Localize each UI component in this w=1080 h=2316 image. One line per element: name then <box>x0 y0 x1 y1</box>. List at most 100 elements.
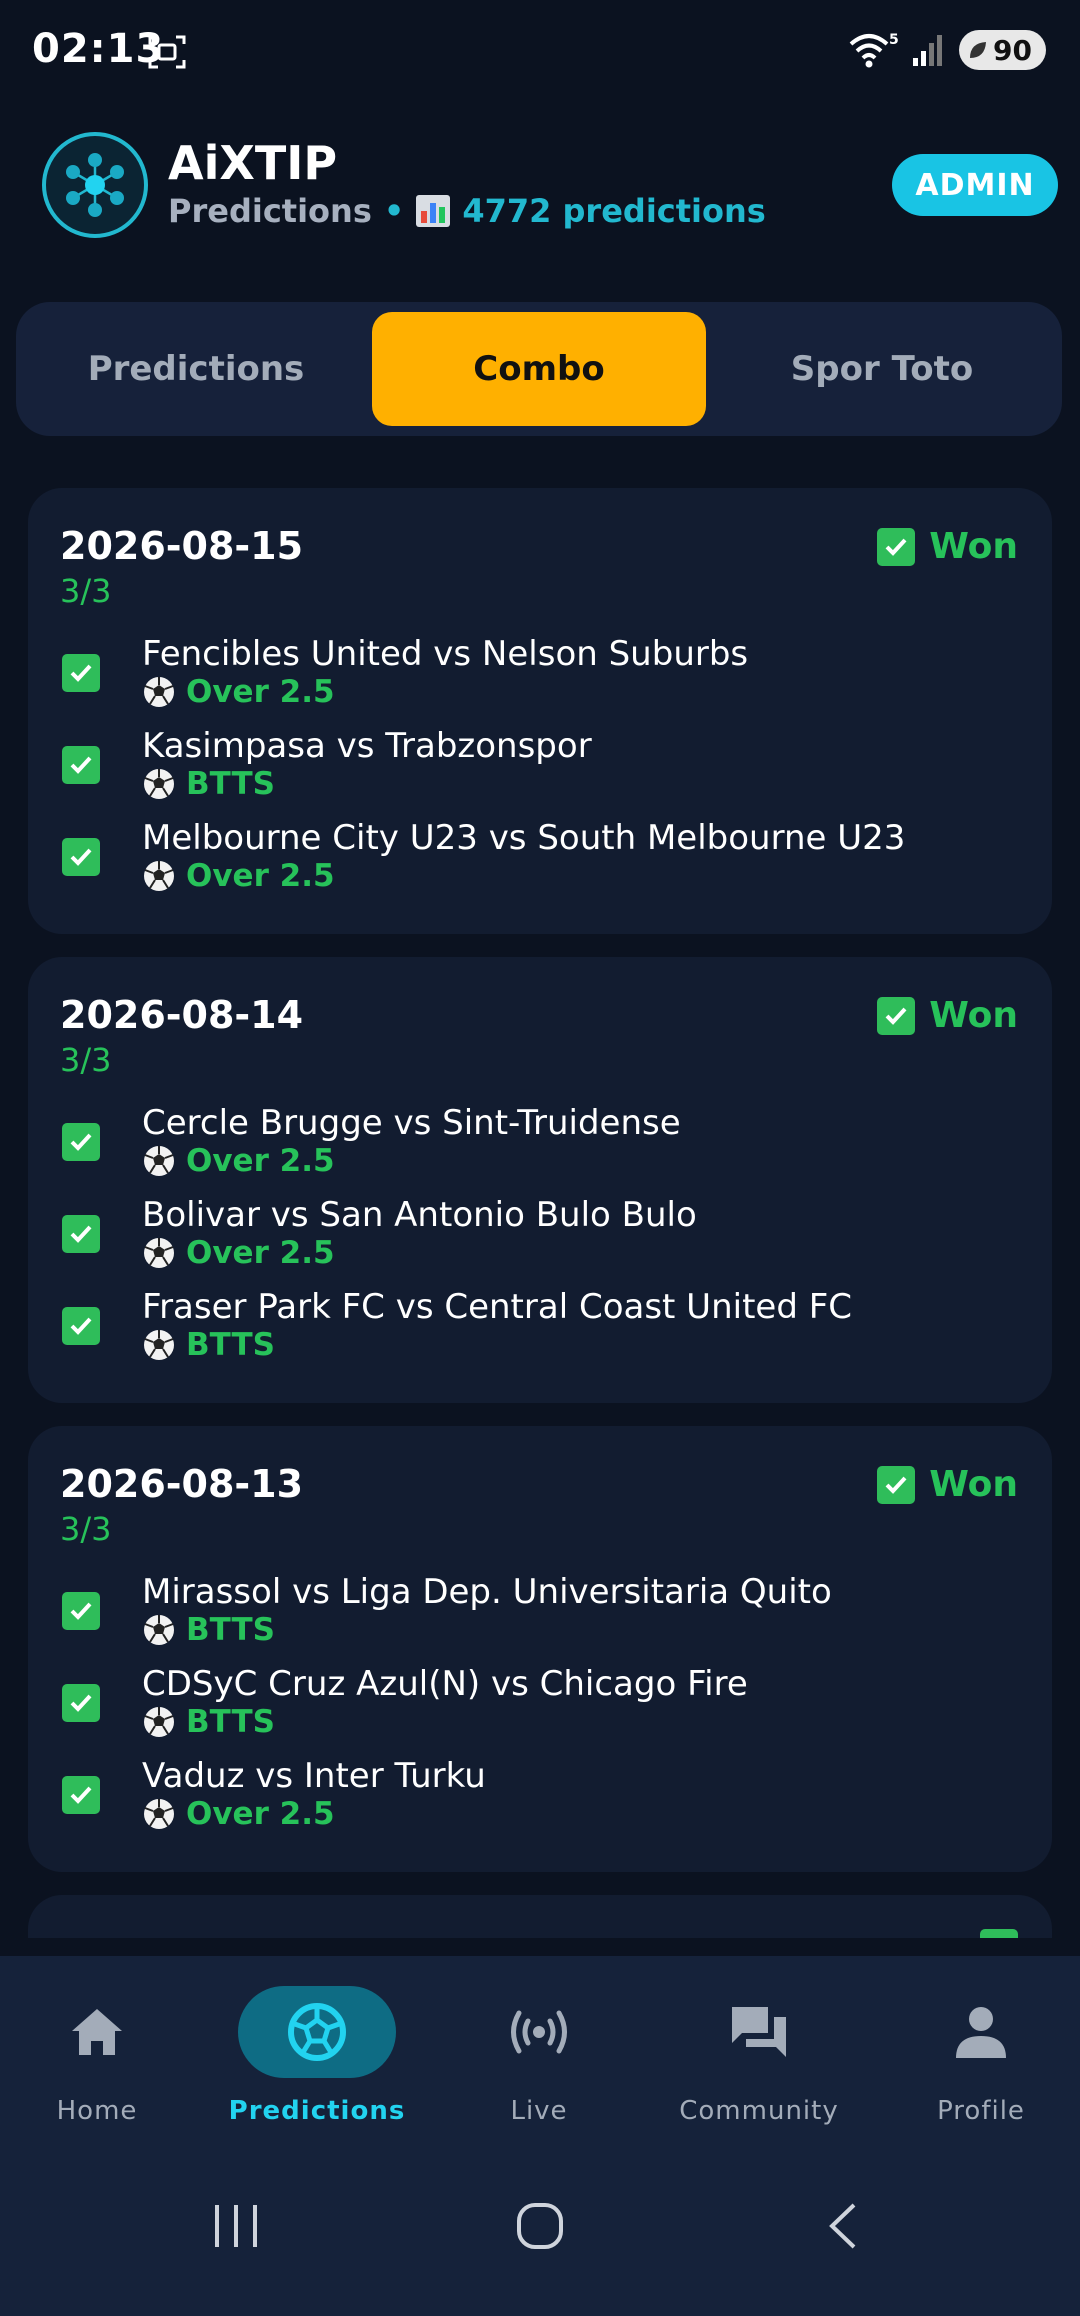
soccer-ball-icon <box>144 1707 174 1737</box>
combo-list[interactable]: 2026-08-15 3/3 Won Fencibles United vs N… <box>0 488 1080 1938</box>
combo-card[interactable]: 2026-08-15 3/3 Won Fencibles United vs N… <box>28 488 1052 934</box>
app-header: AiXTIP Predictions • 4772 predictions AD… <box>0 130 1080 240</box>
subtitle-label: Predictions <box>168 192 372 230</box>
check-icon <box>62 746 100 784</box>
nav-profile[interactable]: Profile <box>876 1986 1080 2136</box>
check-icon <box>877 1465 916 1504</box>
combo-date: 2026-08-14 <box>60 993 304 1037</box>
bar-chart-icon <box>416 195 451 227</box>
check-icon <box>62 654 100 692</box>
battery-indicator: 90 <box>959 30 1046 70</box>
match-name: Bolivar vs San Antonio Bulo Bulo <box>142 1195 697 1235</box>
match-tip-label: Over 2.5 <box>186 1143 335 1179</box>
network-logo-icon <box>66 153 124 217</box>
check-icon <box>62 1123 100 1161</box>
nav-home[interactable]: Home <box>0 1986 202 2136</box>
nav-community[interactable]: Community <box>654 1986 864 2136</box>
recents-button[interactable] <box>196 2186 276 2266</box>
match-tip: BTTS <box>142 766 275 802</box>
combo-status-label: Won <box>929 526 1018 567</box>
match-tip: BTTS <box>142 1612 275 1648</box>
check-icon <box>62 1592 100 1630</box>
nav-live[interactable]: Live <box>434 1986 644 2136</box>
match-tip: BTTS <box>142 1704 275 1740</box>
status-time: 02:13 <box>32 26 165 72</box>
match-name: Mirassol vs Liga Dep. Universitaria Quit… <box>142 1572 832 1612</box>
admin-button[interactable]: ADMIN <box>892 154 1058 216</box>
status-bar: 02:13 5 90 <box>0 0 1080 100</box>
status-icons: 5 90 <box>847 30 1046 70</box>
home-circle-icon <box>517 2203 563 2249</box>
match-tip-label: Over 2.5 <box>186 674 335 710</box>
match-tip-label: BTTS <box>186 1704 275 1740</box>
prediction-count: 4772 predictions <box>462 192 766 230</box>
screenshot-icon <box>148 35 186 69</box>
match-name: Fraser Park FC vs Central Coast United F… <box>142 1287 852 1327</box>
recents-icon <box>215 2205 257 2247</box>
match-tip: Over 2.5 <box>142 1143 335 1179</box>
app-title: AiXTIP <box>168 136 338 190</box>
nav-icon-wrap <box>18 1986 176 2078</box>
match-tip-label: Over 2.5 <box>186 1235 335 1271</box>
person-icon <box>956 2007 1006 2058</box>
nav-icon-wrap <box>902 1986 1060 2078</box>
soccer-ball-icon <box>288 2003 346 2061</box>
check-icon <box>62 1307 100 1345</box>
nav-label: Predictions <box>228 2096 406 2126</box>
app-logo <box>42 132 148 238</box>
nav-predictions[interactable]: Predictions <box>212 1986 422 2136</box>
combo-date: 2026-08-13 <box>60 1462 304 1506</box>
tab-spor-toto[interactable]: Spor Toto <box>712 312 1052 426</box>
subtitle-separator: • <box>383 192 405 230</box>
match-name: Melbourne City U23 vs South Melbourne U2… <box>142 818 906 858</box>
match-name: Cercle Brugge vs Sint-Truidense <box>142 1103 681 1143</box>
match-tip: Over 2.5 <box>142 1235 335 1271</box>
home-icon <box>72 2009 122 2055</box>
match-tip-label: BTTS <box>186 1327 275 1363</box>
check-icon <box>62 1684 100 1722</box>
tab-predictions[interactable]: Predictions <box>26 312 366 426</box>
combo-score: 3/3 <box>60 1510 112 1548</box>
combo-score: 3/3 <box>60 572 112 610</box>
combo-card[interactable]: 2026-08-13 3/3 Won Mirassol vs Liga Dep.… <box>28 1426 1052 1872</box>
match-name: CDSyC Cruz Azul(N) vs Chicago Fire <box>142 1664 748 1704</box>
combo-status-label: Won <box>929 995 1018 1036</box>
combo-status <box>980 1929 1018 1938</box>
match-tip-label: BTTS <box>186 766 275 802</box>
combo-status: Won <box>877 526 1018 567</box>
broadcast-icon <box>511 2010 567 2054</box>
check-icon <box>62 1776 100 1814</box>
soccer-ball-icon <box>144 861 174 891</box>
soccer-ball-icon <box>144 677 174 707</box>
check-icon <box>877 527 916 566</box>
match-name: Kasimpasa vs Trabzonspor <box>142 726 592 766</box>
tab-combo[interactable]: Combo <box>372 312 706 426</box>
match-tip: Over 2.5 <box>142 674 335 710</box>
check-icon <box>62 838 100 876</box>
combo-status: Won <box>877 1464 1018 1505</box>
soccer-ball-icon <box>144 1146 174 1176</box>
chat-icon <box>732 2007 786 2057</box>
match-tip: Over 2.5 <box>142 1796 335 1832</box>
match-tip-label: Over 2.5 <box>186 1796 335 1832</box>
signal-icon <box>913 35 943 66</box>
match-tip-label: Over 2.5 <box>186 858 335 894</box>
combo-card[interactable]: 2026-08-14 3/3 Won Cercle Brugge vs Sint… <box>28 957 1052 1403</box>
back-button[interactable] <box>802 2186 882 2266</box>
soccer-ball-icon <box>144 1799 174 1829</box>
combo-score: 3/3 <box>60 1041 112 1079</box>
system-nav-bar <box>0 2146 1080 2316</box>
battery-level: 90 <box>993 33 1032 67</box>
nav-label: Home <box>56 2096 138 2126</box>
match-tip: BTTS <box>142 1327 275 1363</box>
check-icon <box>877 996 916 1035</box>
home-system-button[interactable] <box>500 2186 580 2266</box>
combo-card[interactable] <box>28 1895 1052 1938</box>
match-tip: Over 2.5 <box>142 858 335 894</box>
match-tip-label: BTTS <box>186 1612 275 1648</box>
nav-icon-wrap <box>460 1986 618 2078</box>
wifi-icon: 5 <box>849 32 899 68</box>
soccer-ball-icon <box>144 1330 174 1360</box>
check-icon <box>62 1215 100 1253</box>
nav-label: Community <box>679 2096 839 2126</box>
